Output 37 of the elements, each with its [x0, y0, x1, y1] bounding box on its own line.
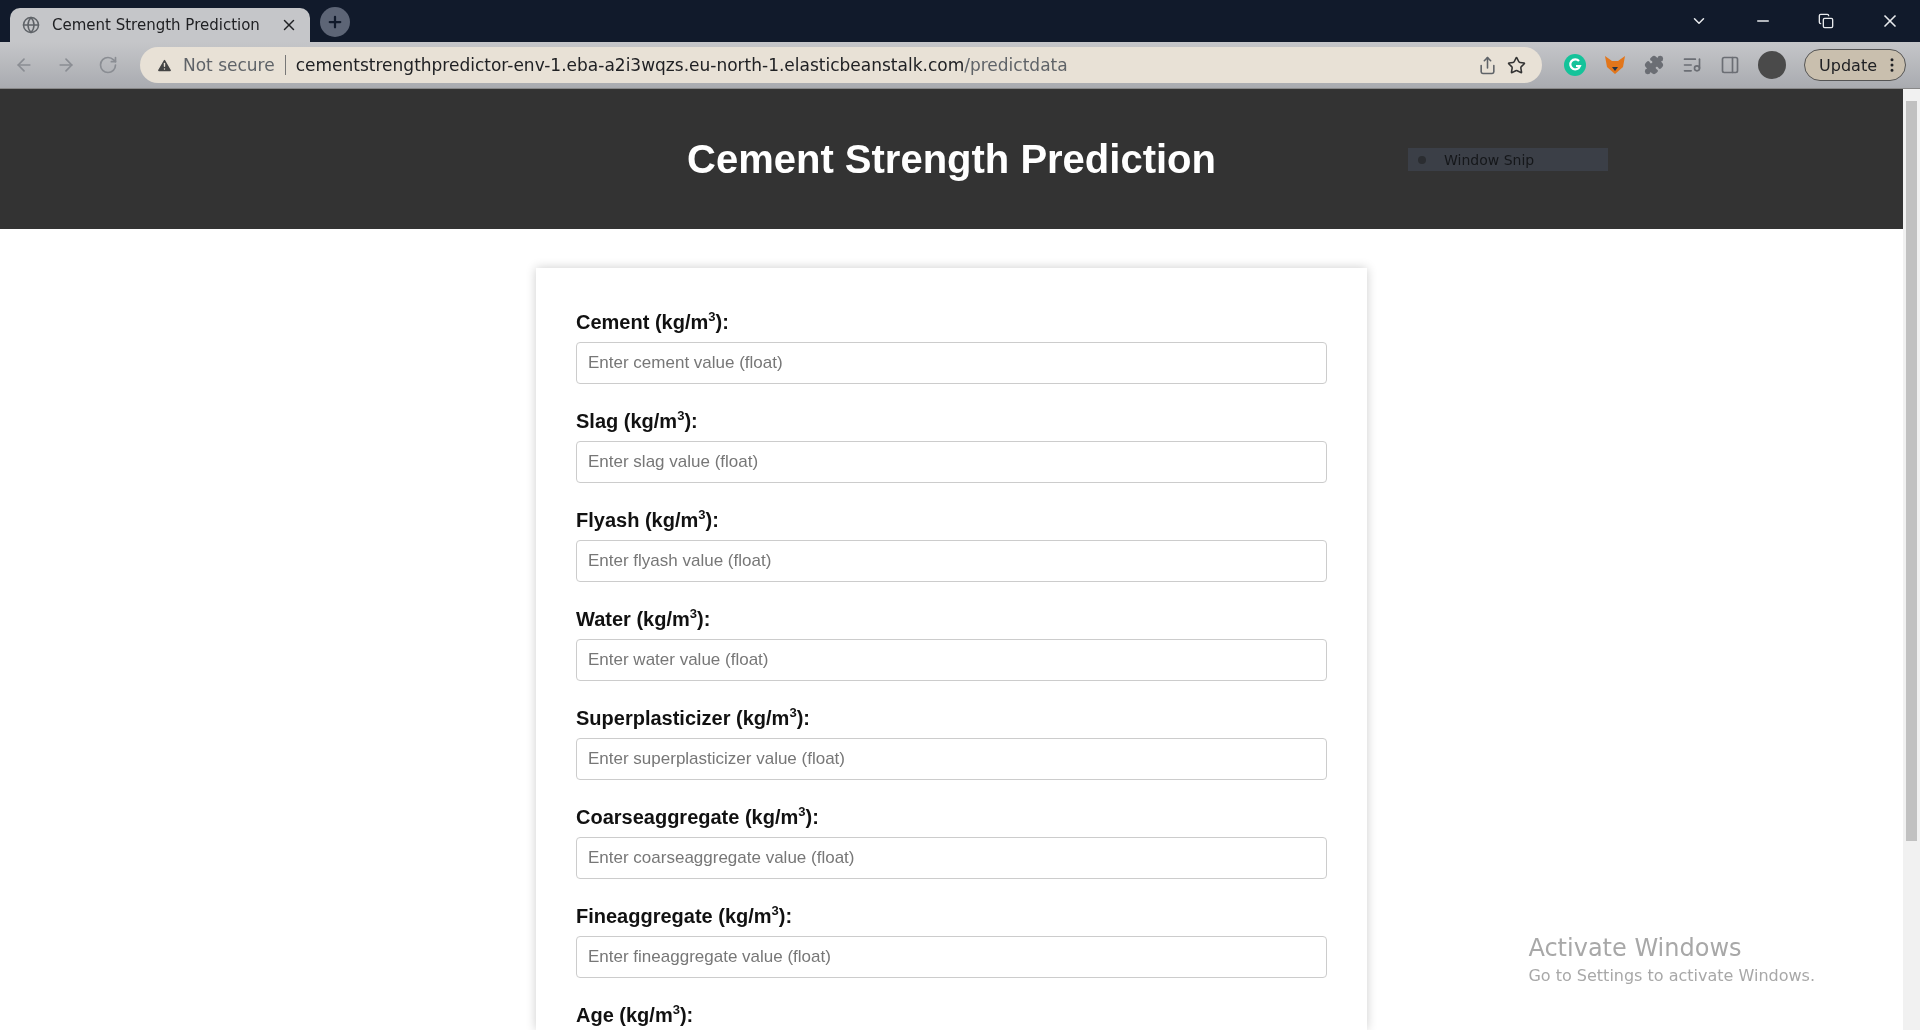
puzzle-icon[interactable]: [1644, 55, 1665, 75]
url-text[interactable]: cementstrengthpredictor-env-1.eba-a2i3wqzs.eu-north-1.elasticbeanstalk.com/predictdata: [295, 55, 1469, 75]
input-field[interactable]: Enter superplasticizer value (float): [576, 738, 1327, 780]
field-label: Cement (kg/m$^{3}$):: [576, 310, 729, 334]
scrollbar-thumb[interactable]: [1906, 101, 1917, 841]
fox-icon[interactable]: [1604, 55, 1627, 75]
globe-icon: [22, 16, 40, 34]
field-label: Water (kg/m$^{3}$):: [576, 607, 711, 631]
field-label: Fineaggregate (kg/m$^{3}$):: [576, 904, 793, 928]
side-panel-icon[interactable]: [1720, 55, 1741, 75]
input-field[interactable]: Enter coarseaggregate value (float): [576, 837, 1327, 879]
input-field[interactable]: Enter flyash value (float): [576, 540, 1327, 582]
restore-button[interactable]: [1818, 13, 1834, 29]
warning-icon: [156, 56, 173, 74]
page-title: Cement Strength Prediction: [687, 136, 1216, 182]
profile-avatar[interactable]: [1758, 51, 1787, 79]
field-label: Coarseaggregate (kg/m$^{3}$):: [576, 805, 819, 829]
scrollbar[interactable]: [1903, 89, 1920, 1030]
activate-windows-message: Go to Settings to activate Windows.: [1528, 966, 1815, 985]
reload-button[interactable]: [98, 55, 118, 75]
security-label[interactable]: Not secure: [183, 55, 286, 75]
share-button[interactable]: [1478, 55, 1498, 75]
field-label: Age (kg/m$^{3}$):: [576, 1003, 694, 1027]
field-label: Flyash (kg/m$^{3}$):: [576, 508, 719, 532]
bookmark-star-button[interactable]: [1507, 55, 1527, 75]
field-label: Superplasticizer (kg/m$^{3}$):: [576, 706, 810, 730]
media-list-icon[interactable]: [1682, 55, 1703, 75]
input-field[interactable]: Enter slag value (float): [576, 441, 1327, 483]
input-field[interactable]: Enter fineaggregate value (float): [576, 936, 1327, 978]
address-bar[interactable]: Not secure cementstrengthpredictor-env-1.eba-a2i3wqzs.eu-north-1.elasticbeanstalk.com/predictdata: [140, 47, 1543, 83]
update-button[interactable]: Update: [1804, 49, 1906, 81]
input-field[interactable]: Enter cement value (float): [576, 342, 1327, 384]
field-label: Slag (kg/m$^{3}$):: [576, 409, 698, 433]
activate-windows-title: Activate Windows: [1528, 934, 1743, 962]
input-field[interactable]: Enter water value (float): [576, 639, 1327, 681]
browser-tab[interactable]: Cement Strength Prediction: [10, 8, 310, 42]
new-tab-button[interactable]: [320, 7, 350, 37]
